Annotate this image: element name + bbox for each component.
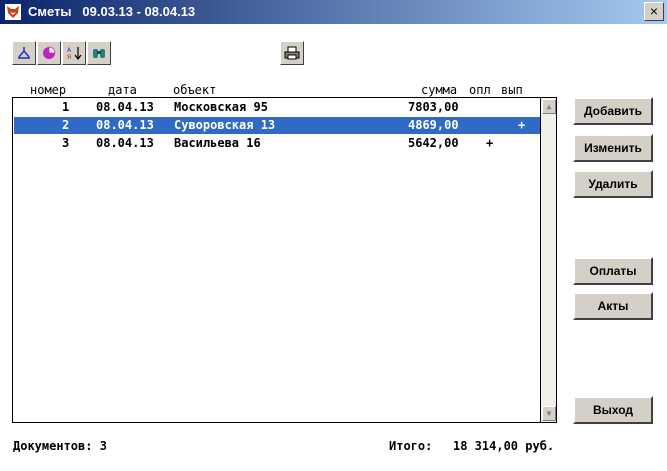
cell-sum: 5642,00 <box>408 136 459 150</box>
table-row[interactable]: 3 08.04.13 Васильева 16 5642,00 + <box>14 135 541 152</box>
cell-date: 08.04.13 <box>96 118 154 132</box>
column-header-sum[interactable]: сумма <box>421 83 457 97</box>
pie-chart-button[interactable] <box>37 41 61 65</box>
column-header-number[interactable]: номер <box>30 83 66 97</box>
pie-chart-icon <box>43 46 56 59</box>
cell-object: Московская 95 <box>174 100 268 114</box>
cell-object: Васильева 16 <box>174 136 261 150</box>
scroll-down-arrow-icon[interactable]: ▼ <box>542 406 556 421</box>
table-row-selected[interactable]: 2 08.04.13 Суворовская 13 4869,00 + <box>14 117 541 134</box>
exit-button[interactable]: Выход <box>573 396 653 424</box>
window-title: Сметы 09.03.13 - 08.04.13 <box>28 4 196 19</box>
estimates-list[interactable]: 1 08.04.13 Московская 95 7803,00 2 08.04… <box>12 97 557 423</box>
tree-view-button[interactable] <box>12 41 36 65</box>
cell-number: 1 <box>62 100 70 114</box>
column-header-date[interactable]: дата <box>108 83 137 97</box>
column-header-done[interactable]: вып <box>501 83 523 97</box>
acts-button[interactable]: Акты <box>573 292 653 320</box>
column-header-object[interactable]: объект <box>173 83 216 97</box>
cell-sum: 4869,00 <box>408 118 459 132</box>
table-row[interactable]: 1 08.04.13 Московская 95 7803,00 <box>14 99 541 116</box>
tree-structure-icon <box>18 47 30 59</box>
svg-text:A: A <box>67 47 72 54</box>
cell-paid: + <box>486 136 494 150</box>
edit-button[interactable]: Изменить <box>573 134 653 162</box>
print-button[interactable] <box>280 41 304 65</box>
cell-number: 2 <box>62 118 70 132</box>
search-button[interactable] <box>87 41 111 65</box>
sort-az-icon: A Я <box>67 47 82 61</box>
cell-sum: 7803,00 <box>408 100 459 114</box>
total-value: 18 314,00 руб. <box>453 439 555 453</box>
scroll-up-arrow-icon[interactable]: ▲ <box>542 99 556 114</box>
cell-done: + <box>518 118 526 132</box>
printer-icon <box>284 46 300 60</box>
binoculars-icon <box>93 49 105 58</box>
cell-number: 3 <box>62 136 70 150</box>
column-header-paid[interactable]: опл <box>469 83 491 97</box>
total-label: Итого: <box>389 439 433 453</box>
cell-date: 08.04.13 <box>96 136 154 150</box>
add-button[interactable]: Добавить <box>573 97 653 125</box>
documents-count: Документов: 3 <box>13 439 107 453</box>
app-fox-icon <box>5 4 21 20</box>
window-titlebar[interactable]: Сметы 09.03.13 - 08.04.13 × <box>0 0 667 24</box>
cell-date: 08.04.13 <box>96 100 154 114</box>
cell-object: Суворовская 13 <box>174 118 276 132</box>
vertical-scrollbar[interactable]: ▲ ▼ <box>540 98 556 422</box>
payments-button[interactable]: Оплаты <box>573 257 653 285</box>
delete-button[interactable]: Удалить <box>573 170 653 198</box>
svg-text:Я: Я <box>67 54 71 61</box>
sort-button[interactable]: A Я <box>62 41 86 65</box>
close-button[interactable]: × <box>644 2 664 21</box>
